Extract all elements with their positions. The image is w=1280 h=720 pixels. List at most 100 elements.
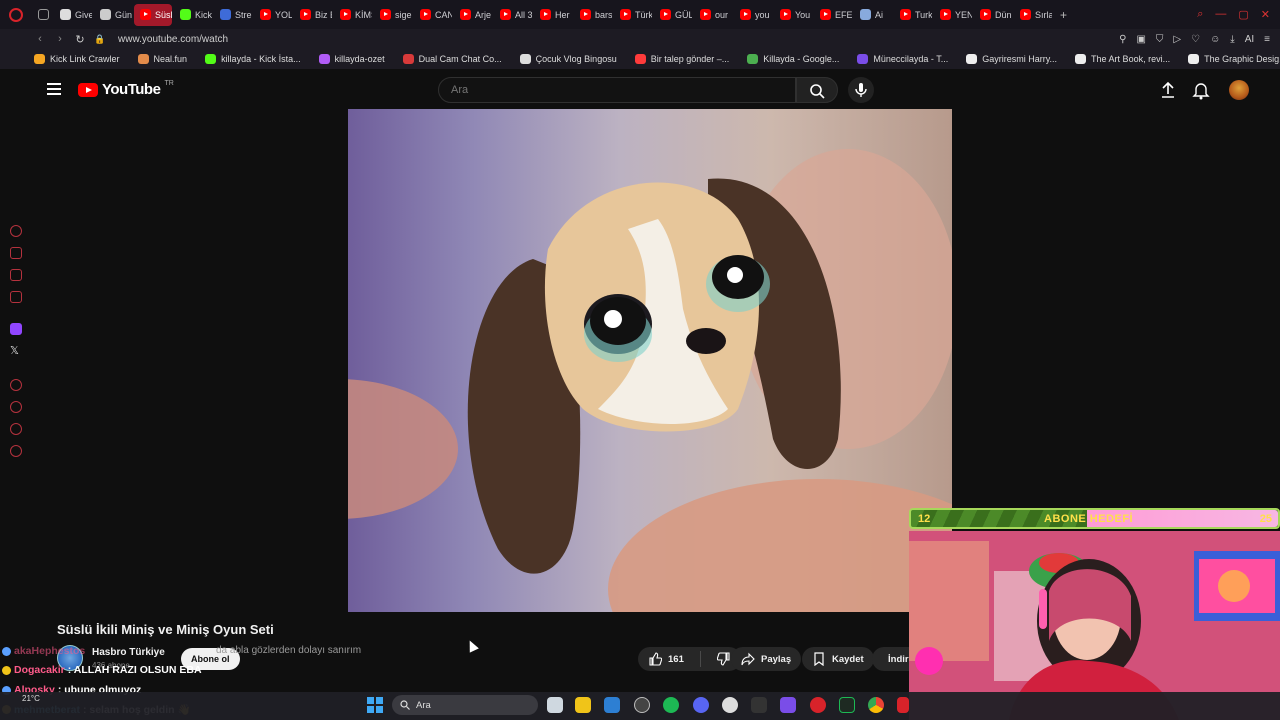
bookmark-item[interactable]: The Graphic Desig... — [1188, 54, 1280, 64]
channel-name[interactable]: Hasbro Türkiye — [92, 647, 165, 658]
tab-15[interactable]: Türk — [614, 4, 652, 26]
close-icon[interactable]: ✕ — [1261, 8, 1270, 21]
tab-6[interactable]: YOL — [254, 4, 292, 26]
goal-current: 12 — [918, 512, 931, 525]
chat-icon[interactable] — [10, 423, 22, 435]
pin-icon[interactable]: ⚲ — [1119, 34, 1126, 45]
bag-icon[interactable] — [10, 247, 22, 259]
shield-icon[interactable]: ⛉ — [1156, 34, 1164, 45]
bookmark-item[interactable]: The Art Book, revi... — [1075, 54, 1170, 64]
tab-16[interactable]: GÜL — [654, 4, 692, 26]
tab-7[interactable]: Biz E — [294, 4, 332, 26]
bookmark-item[interactable]: killayda - Kick İsta... — [205, 54, 301, 64]
tab-workspaces[interactable] — [32, 4, 52, 26]
avatar[interactable] — [1229, 80, 1249, 100]
tab-21[interactable]: Ai — [854, 4, 892, 26]
spotify-icon[interactable] — [663, 697, 679, 713]
taskbar-search-input[interactable]: Ara — [392, 695, 538, 715]
goal-target: 25 — [1259, 512, 1272, 525]
file-explorer-icon[interactable] — [575, 697, 591, 713]
tab-14[interactable]: bars — [574, 4, 612, 26]
tab-24[interactable]: Dün — [974, 4, 1012, 26]
snapshot-icon[interactable]: ▣ — [1136, 34, 1145, 45]
tab-1[interactable]: Give — [54, 4, 92, 26]
profile-icon[interactable]: ☺ — [1210, 34, 1220, 45]
task-view-icon[interactable] — [547, 697, 563, 713]
bookmark-item[interactable]: Neal.fun — [137, 54, 187, 64]
obs-icon[interactable] — [634, 697, 650, 713]
tab-4[interactable]: Kick — [174, 4, 212, 26]
bookmark-label: killayda - Kick İsta... — [221, 54, 301, 64]
tab-8[interactable]: KİMS — [334, 4, 372, 26]
bookmark-item[interactable]: Çocuk Vlog Bingosu — [519, 54, 617, 64]
upload-button[interactable] — [1158, 80, 1178, 100]
weather-temperature[interactable]: 21°C — [22, 694, 40, 703]
tab-18[interactable]: you — [734, 4, 772, 26]
tab-2[interactable]: Güni — [94, 4, 132, 26]
download-icon[interactable]: ⤓ — [1230, 34, 1234, 45]
tab-9[interactable]: sige — [374, 4, 412, 26]
bookmark-item[interactable]: Müneccilayda - T... — [857, 54, 948, 64]
tab-20[interactable]: EFE — [814, 4, 852, 26]
tab-23[interactable]: YEN — [934, 4, 972, 26]
hamburger-menu-icon[interactable] — [47, 83, 61, 95]
opera-icon[interactable] — [810, 697, 826, 713]
search-input[interactable] — [438, 77, 796, 103]
bookmark-item[interactable]: Bir talep gönder –... — [634, 54, 729, 64]
youtube-app-icon[interactable] — [897, 697, 909, 713]
messenger-icon[interactable] — [10, 291, 22, 303]
voice-search-button[interactable] — [848, 77, 874, 103]
clock-icon[interactable] — [10, 401, 22, 413]
share-button[interactable]: Paylaş — [731, 647, 802, 671]
download-button[interactable]: İndir — [872, 647, 910, 671]
tab-3[interactable]: Süslü — [134, 3, 172, 26]
minimize-icon[interactable]: — — [1215, 8, 1226, 21]
search-tabs-icon[interactable]: ⌕ — [1197, 8, 1203, 21]
tab-22[interactable]: Turk — [894, 4, 932, 26]
chrome-icon[interactable] — [868, 697, 884, 713]
back-icon[interactable]: ‹ — [30, 33, 50, 45]
twitch-icon[interactable] — [10, 323, 22, 335]
discord-icon[interactable] — [693, 697, 709, 713]
tab-11[interactable]: Arje — [454, 4, 492, 26]
like-button[interactable]: 161 — [638, 647, 694, 671]
windows-start-icon[interactable] — [367, 697, 383, 713]
heart-icon[interactable]: ♡ — [1191, 34, 1200, 45]
tab-13[interactable]: Her — [534, 4, 572, 26]
reload-icon[interactable]: ↻ — [70, 33, 90, 46]
settings-icon[interactable] — [10, 445, 22, 457]
x-icon[interactable]: 𝕏 — [10, 345, 22, 357]
save-button[interactable]: Kaydet — [802, 647, 874, 671]
bookmark-item[interactable]: Dual Cam Chat Co... — [402, 54, 502, 64]
settings-icon[interactable] — [722, 697, 738, 713]
maximize-icon[interactable]: ▢ — [1238, 8, 1248, 21]
history-icon[interactable] — [10, 225, 22, 237]
video-player[interactable] — [348, 109, 952, 612]
player-icon[interactable] — [10, 379, 22, 391]
search-button[interactable] — [796, 77, 838, 103]
instagram-icon[interactable] — [10, 269, 22, 281]
menu-icon[interactable]: ≡ — [1264, 34, 1270, 45]
app-icon[interactable] — [751, 697, 767, 713]
opera-logo-icon[interactable] — [0, 0, 32, 29]
url-field[interactable]: www.youtube.com/watch — [118, 34, 228, 45]
bookmark-item[interactable]: Gayriresmi Harry... — [966, 54, 1057, 64]
bookmark-item[interactable]: Killayda - Google... — [747, 54, 839, 64]
send-icon[interactable]: ▷ — [1173, 34, 1181, 45]
forward-icon[interactable]: › — [50, 33, 70, 45]
ai-button[interactable]: AI — [1245, 34, 1254, 45]
tab-12[interactable]: All 3 — [494, 4, 532, 26]
notifications-button[interactable] — [1191, 80, 1211, 100]
outlook-icon[interactable] — [604, 697, 620, 713]
tab-25[interactable]: Sırla — [1014, 4, 1052, 26]
tab-10[interactable]: CAN — [414, 4, 452, 26]
tab-19[interactable]: You — [774, 4, 812, 26]
new-tab-button[interactable]: + — [1054, 4, 1073, 26]
terminal-icon[interactable] — [839, 697, 855, 713]
tab-17[interactable]: our — [694, 4, 732, 26]
youtube-logo[interactable]: YouTube TR — [78, 80, 174, 98]
bookmark-item[interactable]: Kick Link Crawler — [34, 54, 120, 64]
tab-5[interactable]: Stre — [214, 4, 252, 26]
bookmark-item[interactable]: killayda-ozet — [318, 54, 385, 64]
grid-app-icon[interactable] — [780, 697, 796, 713]
